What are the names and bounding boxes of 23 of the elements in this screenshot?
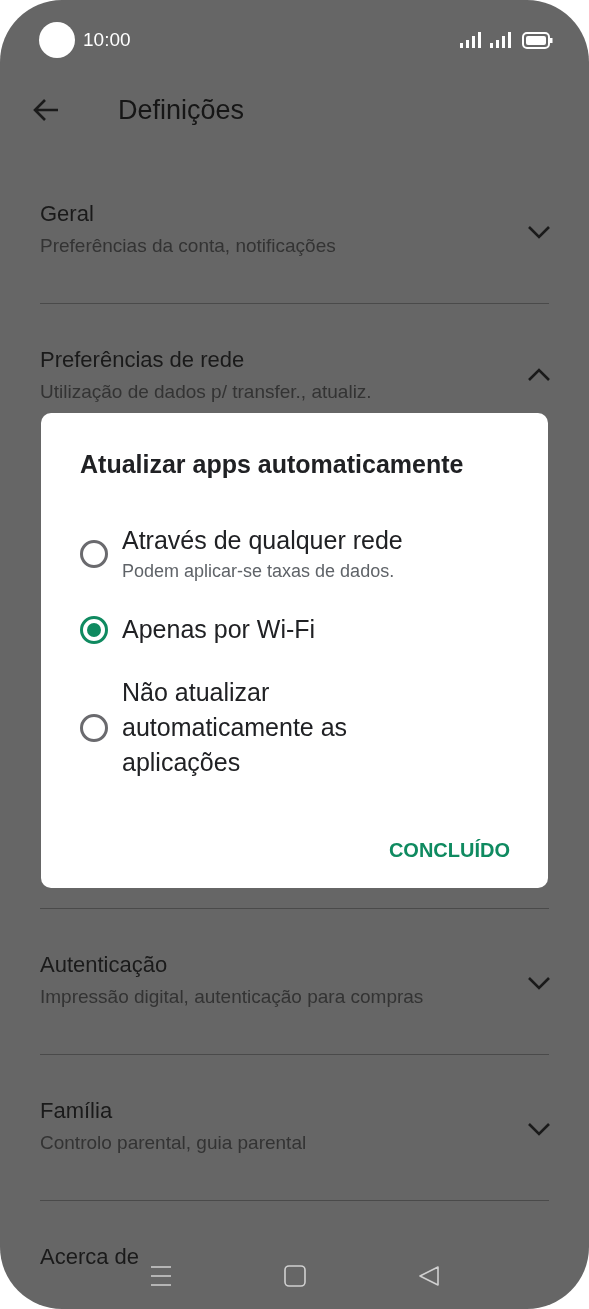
option-label: Através de qualquer rede: [122, 525, 403, 556]
section-title: Autenticação: [40, 951, 169, 979]
camera-icon: [39, 22, 75, 58]
clock-time: 10:00: [83, 29, 131, 51]
done-button[interactable]: CONCLUÍDO: [388, 833, 510, 868]
back-icon[interactable]: [417, 1265, 440, 1287]
option-note: Podem aplicar-se taxas de dados.: [122, 560, 396, 583]
section-title: Geral: [40, 200, 95, 228]
page-title: Definições: [118, 94, 245, 126]
section-title: Preferências de rede: [40, 346, 246, 374]
dialog-title: Atualizar apps automaticamente: [80, 449, 465, 480]
section-title: Acerca de: [40, 1243, 141, 1271]
radio-button[interactable]: [80, 539, 108, 568]
radio-button[interactable]: [80, 713, 108, 742]
section-title: Família: [40, 1097, 114, 1125]
radio-button[interactable]: [80, 615, 108, 644]
home-icon[interactable]: [283, 1265, 306, 1287]
option-label: Não atualizar automaticamente as aplicações: [122, 677, 349, 778]
battery-icon: [522, 31, 553, 49]
signal-icon: [460, 32, 482, 48]
option-label: Apenas por Wi-Fi: [122, 614, 316, 645]
menu-icon[interactable]: [149, 1265, 172, 1287]
signal-icon: [490, 32, 512, 48]
